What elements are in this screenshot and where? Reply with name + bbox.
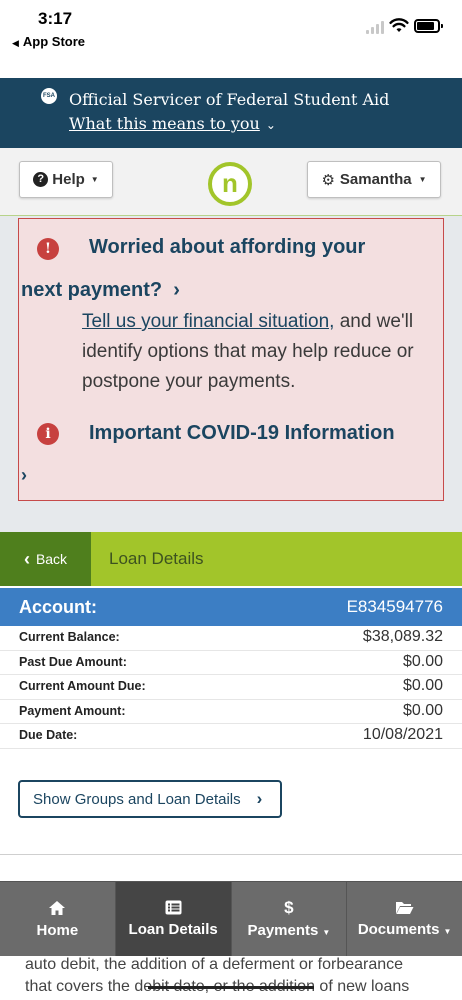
row-value: $0.00 xyxy=(402,701,443,719)
underlying-text: auto debit, the addition of a deferment … xyxy=(25,954,445,998)
nelnet-logo[interactable]: n xyxy=(208,162,252,206)
table-row: Current Balance: $38,089.32 xyxy=(0,626,462,651)
account-number: E834594776 xyxy=(346,597,443,616)
help-label: Help xyxy=(52,171,85,188)
chevron-right-icon[interactable]: › xyxy=(21,465,27,486)
row-value: $0.00 xyxy=(402,652,443,670)
scroll-indicator xyxy=(148,986,314,989)
what-this-means-label: What this means to you xyxy=(69,114,260,133)
show-groups-label: Show Groups and Loan Details xyxy=(33,790,241,808)
nav-home[interactable]: Home xyxy=(0,882,115,956)
page-title: Loan Details xyxy=(109,549,204,568)
nav-label: Home xyxy=(36,921,79,939)
dollar-icon: $ xyxy=(284,898,294,917)
page-nav-bar: ‹ Back Loan Details xyxy=(0,532,462,586)
gear-icon: ⚙ xyxy=(321,171,335,189)
site-header: ? Help ▼ n ⚙ Samantha ▼ xyxy=(0,148,462,216)
table-row: Payment Amount: $0.00 xyxy=(0,700,462,725)
folder-icon xyxy=(396,902,414,914)
alert-box: ! Worried about affording your next paym… xyxy=(18,218,444,501)
row-value: 10/08/2021 xyxy=(362,726,443,744)
nav-label: Loan Details xyxy=(128,921,218,938)
info-circle-icon: i xyxy=(37,423,59,445)
caret-down-icon: ▼ xyxy=(90,175,99,184)
status-bar: 3:17 ◀ App Store xyxy=(0,0,462,78)
back-button[interactable]: ‹ Back xyxy=(0,532,91,586)
covid-info-heading[interactable]: Important COVID-19 Information xyxy=(89,422,395,445)
affordability-heading-continued[interactable]: next payment? › xyxy=(21,279,180,302)
row-label: Payment Amount: xyxy=(19,703,126,718)
table-row: Due Date: 10/08/2021 xyxy=(0,724,462,749)
what-this-means-link[interactable]: What this means to you ⌄ xyxy=(69,114,276,133)
row-label: Current Amount Due: xyxy=(19,679,146,694)
account-summary-table: Current Balance: $38,089.32 Past Due Amo… xyxy=(0,626,462,749)
underlying-text-line: auto debit, the addition of a deferment … xyxy=(25,956,404,973)
bottom-nav: Home Loan Details $ Payments ▼ Documents ▼ xyxy=(0,881,462,956)
back-triangle-icon: ◀ xyxy=(12,38,19,48)
show-groups-button[interactable]: Show Groups and Loan Details › xyxy=(18,780,282,818)
account-label: Account: xyxy=(19,597,97,617)
divider xyxy=(0,854,462,855)
chevron-down-icon: ⌄ xyxy=(265,118,276,132)
nav-payments[interactable]: $ Payments ▼ xyxy=(230,882,347,956)
alert-region: ! Worried about affording your next paym… xyxy=(0,216,462,532)
caret-down-icon: ▼ xyxy=(443,927,452,936)
account-header: Account: E834594776 xyxy=(0,588,462,626)
help-button[interactable]: ? Help ▼ xyxy=(19,161,113,198)
nav-loan-details[interactable]: Loan Details xyxy=(114,882,231,956)
nav-label: Documents xyxy=(357,921,440,938)
alert-body: Tell us your financial situation, and we… xyxy=(82,307,437,397)
nav-documents[interactable]: Documents ▼ xyxy=(346,882,462,956)
chevron-right-icon: › xyxy=(167,279,180,301)
row-label: Current Balance: xyxy=(19,630,120,644)
table-row: Current Amount Due: $0.00 xyxy=(0,675,462,700)
affordability-heading-line2: next payment? xyxy=(21,279,163,301)
app-store-label: App Store xyxy=(22,34,86,49)
clock: 3:17 xyxy=(38,9,73,28)
nav-label: Payments xyxy=(247,922,319,939)
signal-icon xyxy=(366,20,386,34)
nav-label-wrap: Documents ▼ xyxy=(358,921,452,938)
table-row: Past Due Amount: $0.00 xyxy=(0,651,462,676)
row-label: Past Due Amount: xyxy=(19,654,127,669)
app-store-back-link[interactable]: ◀ App Store xyxy=(12,34,85,49)
list-icon xyxy=(165,900,182,915)
wifi-icon xyxy=(389,18,409,32)
fsa-title: Official Servicer of Federal Student Aid xyxy=(69,90,390,109)
row-label: Due Date: xyxy=(19,728,78,743)
nav-label-wrap: Payments ▼ xyxy=(247,922,330,939)
caret-down-icon: ▼ xyxy=(418,175,427,184)
caret-down-icon: ▼ xyxy=(322,928,331,937)
affordability-heading[interactable]: Worried about affording your xyxy=(89,236,365,259)
row-value: $0.00 xyxy=(402,677,443,695)
chevron-right-icon: › xyxy=(256,789,263,808)
battery-icon xyxy=(414,19,443,33)
chevron-left-icon: ‹ xyxy=(23,548,30,569)
exclamation-circle-icon: ! xyxy=(37,238,59,260)
financial-situation-link[interactable]: Tell us your financial situation, xyxy=(82,311,334,332)
row-value: $38,089.32 xyxy=(362,628,443,645)
question-circle-icon: ? xyxy=(33,172,49,187)
home-icon xyxy=(49,900,66,915)
fsa-logo-icon: FSA xyxy=(41,88,57,104)
fsa-banner: FSA Official Servicer of Federal Student… xyxy=(0,78,462,148)
logo-letter: n xyxy=(222,167,238,198)
user-menu-button[interactable]: ⚙ Samantha ▼ xyxy=(307,161,441,198)
back-label: Back xyxy=(35,551,68,567)
user-name: Samantha xyxy=(339,171,412,188)
